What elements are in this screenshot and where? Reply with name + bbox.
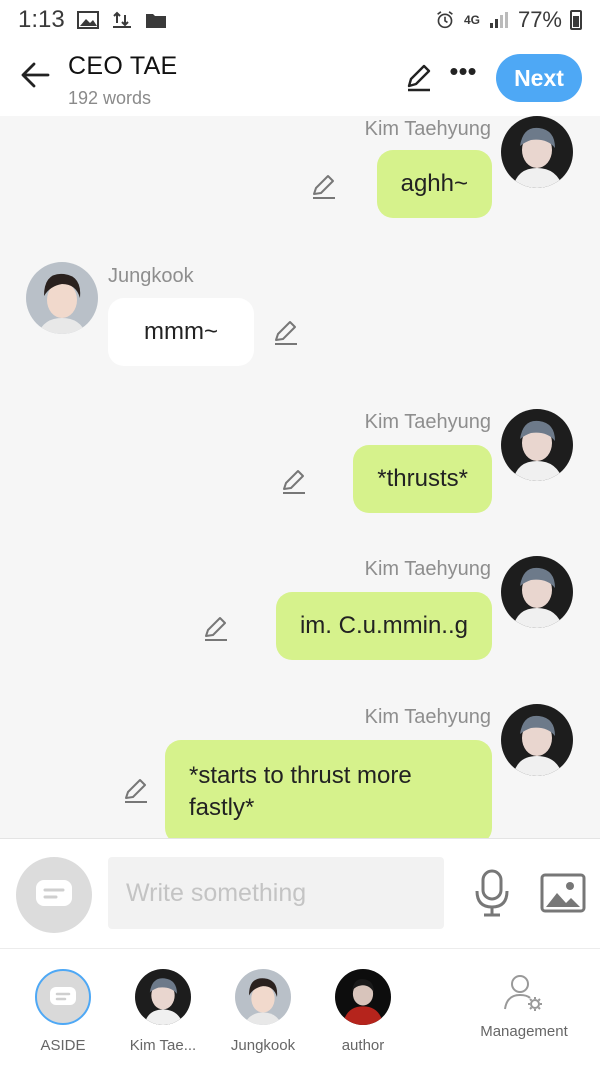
edit-message-icon[interactable] <box>272 318 300 346</box>
tab-label: Kim Tae... <box>129 1037 197 1054</box>
microphone-icon[interactable] <box>474 869 510 917</box>
character-tab-aside[interactable]: ASIDE <box>13 969 113 1054</box>
tab-label: ASIDE <box>40 1037 86 1054</box>
sender-name: Kim Taehyung <box>364 411 491 433</box>
status-time: 1:13 <box>18 6 65 33</box>
avatar[interactable] <box>501 704 573 776</box>
image-upload-icon[interactable] <box>540 871 586 915</box>
folder-notification-icon <box>145 14 166 28</box>
message-bubble[interactable]: aghh~ <box>376 150 492 218</box>
edit-icon[interactable] <box>404 62 434 92</box>
edit-message-icon[interactable] <box>202 614 230 642</box>
management-icon <box>504 975 542 1011</box>
message-bubble[interactable]: mmm~ <box>108 298 254 366</box>
chat-area[interactable]: Kim Taehyung aghh~ Jungkook mmm~ Kim Tae… <box>0 116 600 838</box>
message-text-line: fastly* <box>189 794 255 821</box>
network-type: 4G <box>463 13 480 27</box>
aside-toggle-button[interactable] <box>16 857 92 933</box>
alarm-icon <box>437 11 453 29</box>
avatar[interactable] <box>501 556 573 628</box>
sender-name: Jungkook <box>108 265 194 287</box>
character-tab-jungkook[interactable]: Jungkook <box>213 969 313 1054</box>
sender-name: Kim Taehyung <box>364 558 491 580</box>
message-bubble[interactable]: *starts to thrust more fastly* <box>165 740 492 838</box>
next-button[interactable]: Next <box>496 54 582 102</box>
word-count: 192 words <box>68 88 152 108</box>
aside-icon <box>36 880 72 906</box>
transfer-notification-icon <box>112 11 131 28</box>
edit-message-icon[interactable] <box>122 776 150 804</box>
message-input[interactable] <box>108 857 444 929</box>
message-bubble[interactable]: *thrusts* <box>353 445 492 513</box>
back-arrow-icon[interactable] <box>18 58 52 92</box>
more-options-icon[interactable]: ••• <box>448 58 478 90</box>
avatar[interactable] <box>26 262 98 334</box>
management-tab[interactable]: Management <box>474 973 574 1040</box>
status-bar: 1:13 4G 77% <box>0 0 600 40</box>
gallery-notification-icon <box>76 11 99 29</box>
message-bubble[interactable]: im. C.u.mmin..g <box>275 592 492 660</box>
avatar[interactable] <box>501 409 573 481</box>
story-header: CEO TAE 192 words ••• Next <box>0 40 600 116</box>
character-tab-kim-taehyung[interactable]: Kim Tae... <box>113 969 213 1054</box>
avatar[interactable] <box>501 116 573 188</box>
tab-label: Jungkook <box>230 1037 296 1054</box>
avatar <box>135 969 191 1025</box>
edit-message-icon[interactable] <box>280 467 308 495</box>
character-bar: ASIDE Kim Tae... Jungkook author Managem… <box>0 948 600 1067</box>
battery-percent: 77% <box>517 7 562 32</box>
avatar <box>235 969 291 1025</box>
tab-label: author <box>341 1037 385 1054</box>
aside-avatar <box>35 969 91 1025</box>
sender-name: Kim Taehyung <box>364 118 491 140</box>
character-tab-author[interactable]: author <box>313 969 413 1054</box>
edit-message-icon[interactable] <box>310 172 338 200</box>
battery-icon <box>570 10 582 30</box>
signal-icon <box>489 12 508 28</box>
sender-name: Kim Taehyung <box>364 706 491 728</box>
page-title: CEO TAE <box>68 52 178 80</box>
tab-label: Management <box>480 1023 568 1040</box>
avatar <box>335 969 391 1025</box>
message-text-line: *starts to thrust more <box>189 762 412 789</box>
message-composer <box>0 838 600 948</box>
